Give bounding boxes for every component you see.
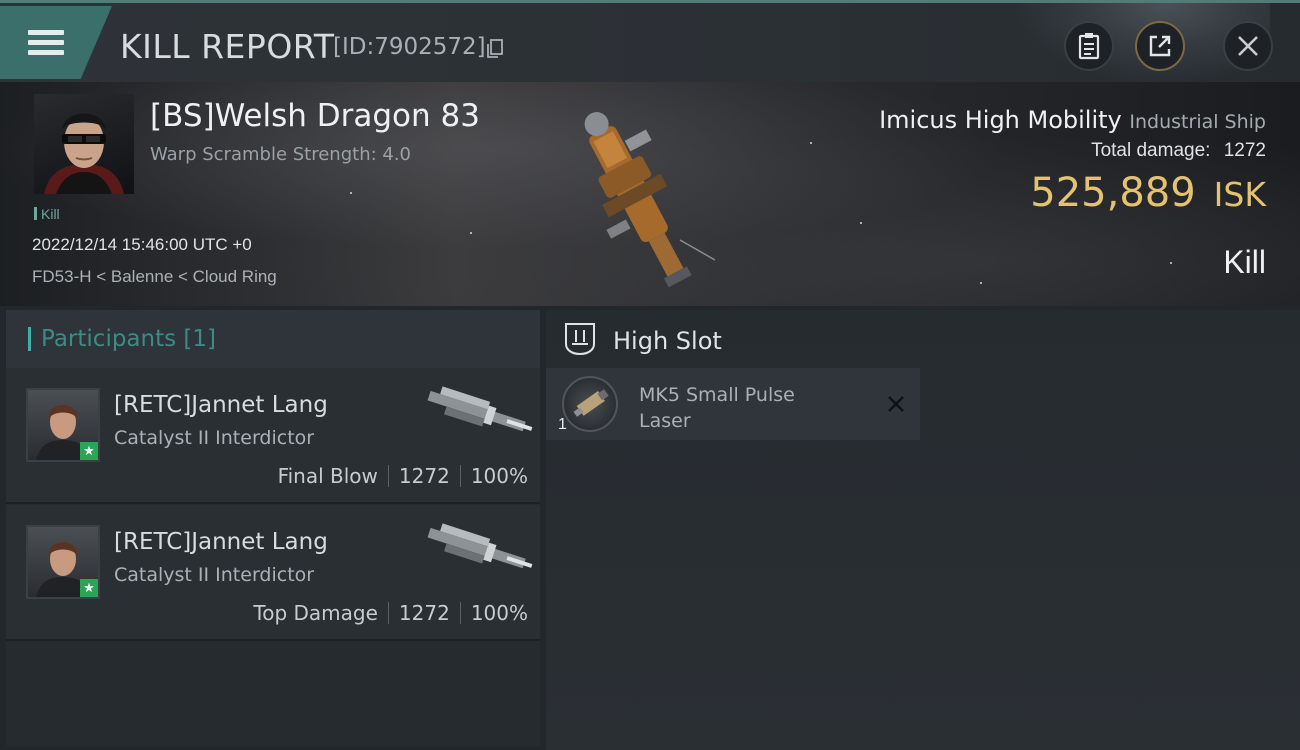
total-damage: Total damage: 1272 (1091, 140, 1266, 162)
participant-damage: 1272 (398, 601, 450, 625)
slot-title: High Slot (613, 327, 722, 355)
module-icon (562, 376, 618, 432)
participant-role: Top Damage (253, 601, 378, 625)
isk-value: 525,889 ISK (1030, 170, 1266, 216)
victim-name[interactable]: [BS]Welsh Dragon 83 (150, 98, 480, 134)
menu-button[interactable] (0, 6, 112, 79)
participant-row[interactable]: ★ [RETC]Jannet Lang Catalyst II Interdic… (6, 505, 540, 641)
participant-role: Final Blow (277, 464, 378, 488)
participant-avatar[interactable]: ★ (26, 388, 100, 462)
close-button[interactable] (1223, 21, 1273, 71)
participant-name[interactable]: [RETC]Jannet Lang (114, 529, 328, 555)
participant-avatar[interactable]: ★ (26, 525, 100, 599)
kill-datetime: 2022/12/14 15:46:00 UTC +0 (32, 235, 252, 254)
victim-avatar-image (44, 113, 124, 194)
total-damage-value: 1272 (1223, 140, 1266, 161)
kill-banner: [BS]Welsh Dragon 83 Warp Scramble Streng… (0, 82, 1300, 306)
participant-percent: 100% (470, 464, 528, 488)
star-badge-icon: ★ (80, 442, 98, 460)
share-icon (1149, 35, 1171, 57)
module-name: MK5 Small Pulse Laser (639, 384, 795, 432)
menu-icon (28, 30, 64, 56)
participant-name[interactable]: [RETC]Jannet Lang (114, 392, 328, 418)
participants-header[interactable]: Participants [1] (6, 310, 540, 368)
victim-portrait[interactable] (34, 94, 134, 194)
total-damage-label: Total damage: (1091, 140, 1211, 161)
isk-unit: ISK (1213, 175, 1266, 214)
module-item[interactable]: 1 MK5 Small Pulse Laser (546, 368, 920, 440)
report-id: [ID:7902572] (333, 34, 486, 60)
kill-location[interactable]: FD53-H < Balenne < Cloud Ring (32, 267, 277, 287)
share-button[interactable] (1135, 21, 1185, 71)
participant-ship-image (427, 523, 533, 569)
participants-title: Participants [1] (41, 326, 216, 352)
victim-ship-class: Industrial Ship (1129, 111, 1266, 133)
fitting-panel: High Slot 1 MK5 Small Pulse Laser (546, 310, 1300, 750)
participants-panel: Participants [1] ★ [RETC]Jannet Lang Cat… (6, 310, 540, 746)
victim-ship-render (584, 112, 716, 288)
participant-percent: 100% (470, 601, 528, 625)
participant-stats: Top Damage 1272 100% (253, 601, 528, 625)
victim-ship[interactable]: Imicus High Mobility Industrial Ship (879, 106, 1266, 134)
clipboard-button[interactable] (1064, 21, 1114, 71)
clipboard-icon (1078, 33, 1100, 60)
participant-ship: Catalyst II Interdictor (114, 427, 315, 449)
participant-ship: Catalyst II Interdictor (114, 564, 315, 586)
close-icon (1238, 36, 1258, 56)
participant-ship-image (427, 386, 533, 432)
participant-stats: Final Blow 1272 100% (278, 464, 528, 488)
star-badge-icon: ★ (80, 579, 98, 597)
module-quantity: 1 (558, 416, 567, 433)
report-result: Kill (1223, 244, 1266, 280)
warp-scramble-strength: Warp Scramble Strength: 4.0 (150, 144, 412, 165)
participant-damage: 1272 (398, 464, 450, 488)
page-title: KILL REPORT (120, 27, 335, 66)
kill-tag: Kill (34, 206, 60, 222)
destroyed-x-icon (888, 396, 904, 412)
high-slot-icon (565, 323, 595, 356)
victim-ship-name: Imicus High Mobility (879, 106, 1122, 134)
title-bar: KILL REPORT [ID:7902572] (0, 0, 1300, 85)
participant-row[interactable]: ★ [RETC]Jannet Lang Catalyst II Interdic… (6, 368, 540, 504)
copy-icon[interactable] (486, 39, 504, 59)
isk-amount: 525,889 (1030, 170, 1196, 216)
